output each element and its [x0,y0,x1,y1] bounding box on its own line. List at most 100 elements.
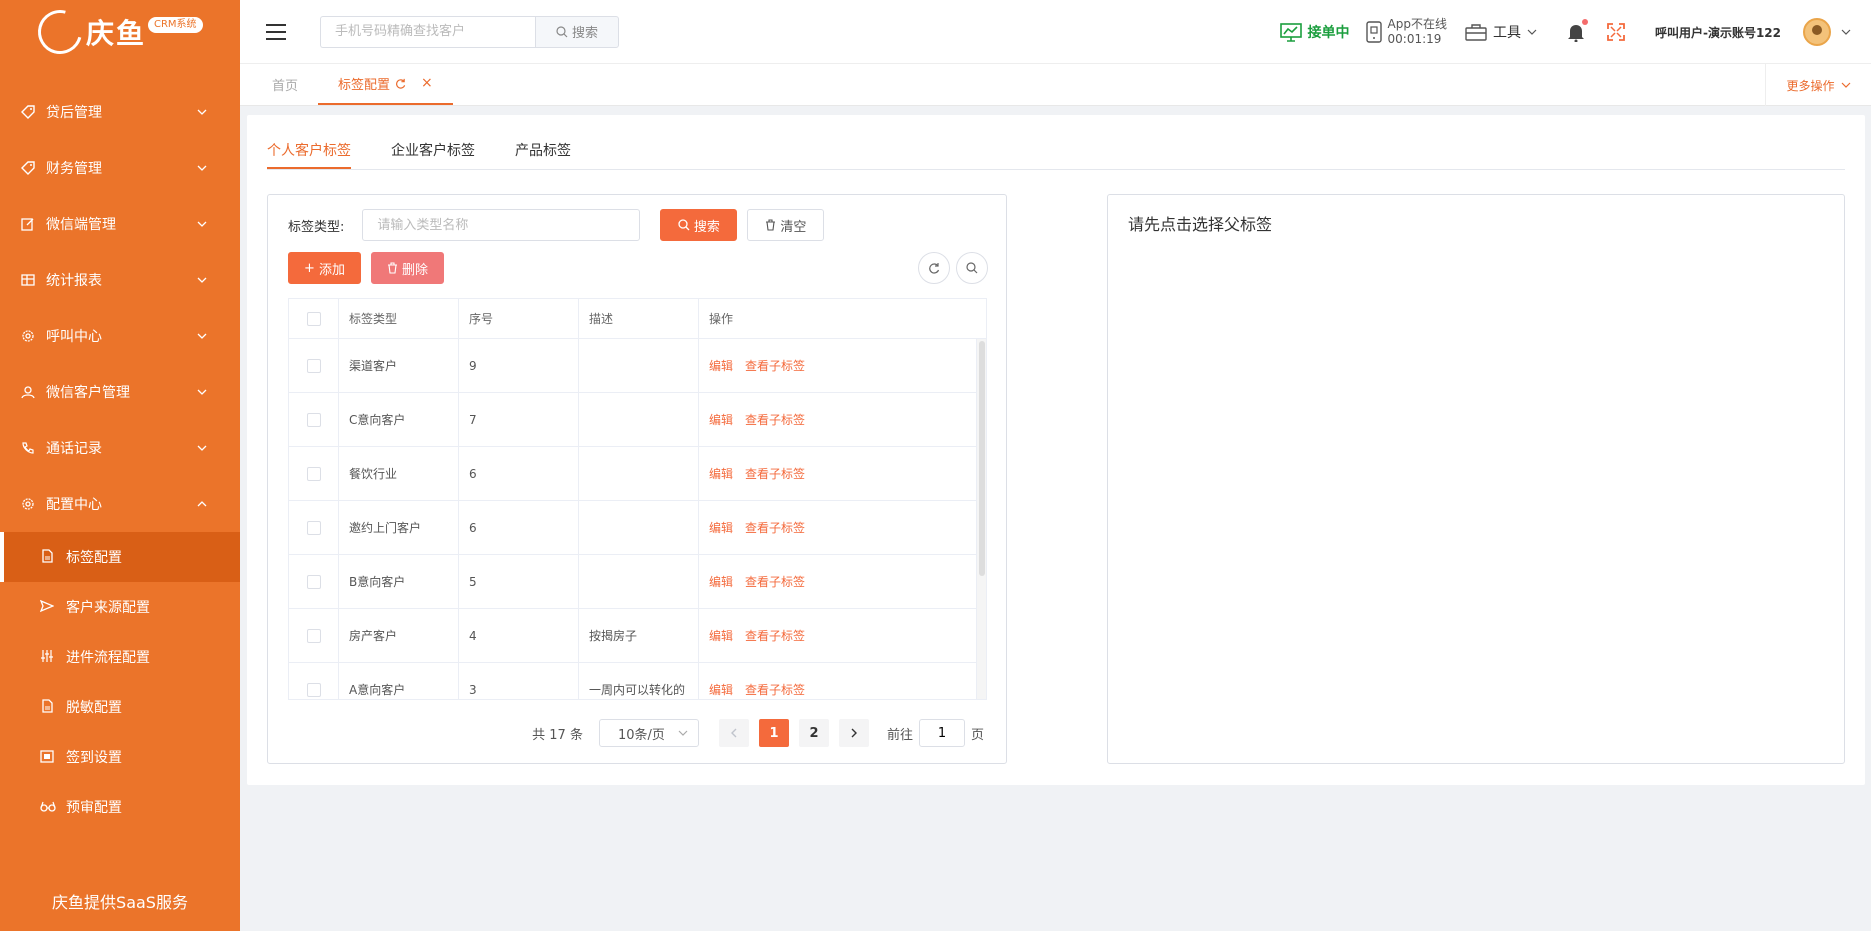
tag-list-panel: 标签类型: 搜索 清空 + 添加 删除 [267,194,1007,764]
toggle-search-button[interactable] [956,252,988,284]
tab-tag-config[interactable]: 标签配置 × [318,63,453,105]
close-tab-icon[interactable]: × [421,75,433,91]
next-page-button[interactable] [838,719,869,747]
view-children-link[interactable]: 查看子标签 [745,573,805,590]
sidebar-item-label: 签到设置 [66,750,122,766]
table-actions: + 添加 删除 [288,252,988,284]
sidebar-item-masking-config[interactable]: 脱敏配置 [0,682,240,732]
sidebar-item-config-center[interactable]: 配置中心 [0,476,240,532]
tab-home[interactable]: 首页 [252,63,318,105]
refresh-icon[interactable] [395,78,406,89]
menu-toggle-icon[interactable] [266,23,286,40]
chevron-left-icon [730,728,737,738]
notification-bell[interactable] [1567,19,1588,43]
page-tabs: 首页 标签配置 × 更多操作 [240,64,1871,106]
sidebar-item-tag-config[interactable]: 标签配置 [0,532,240,582]
sidebar-item-wechat-customers[interactable]: 微信客户管理 [0,364,240,420]
row-checkbox[interactable] [306,628,321,643]
tag-icon [20,104,36,120]
sidebar-item-reports[interactable]: 统计报表 [0,252,240,308]
edit-link[interactable]: 编辑 [709,681,733,698]
total-count: 共 17 条 [532,727,583,743]
chevron-down-icon[interactable] [1841,27,1851,37]
child-tag-panel: 请先点击选择父标签 [1107,194,1845,764]
sidebar-item-label: 客户来源配置 [66,600,150,616]
edit-link[interactable]: 编辑 [709,573,733,590]
more-actions-dropdown[interactable]: 更多操作 [1765,64,1871,106]
edit-link[interactable]: 编辑 [709,357,733,374]
tab-personal-tags[interactable]: 个人客户标签 [267,140,351,169]
sidebar-item-source-config[interactable]: 客户来源配置 [0,582,240,632]
add-button-label: 添加 [318,262,345,278]
clear-button[interactable]: 清空 [747,209,825,241]
select-all-checkbox[interactable] [306,311,321,326]
customer-search: 搜索 [320,15,619,48]
edit-link[interactable]: 编辑 [709,465,733,482]
phone-search-input[interactable] [320,15,535,48]
chevron-down-icon [1527,29,1537,35]
tag-icon [20,160,36,176]
view-children-link[interactable]: 查看子标签 [745,465,805,482]
sidebar-item-call-center[interactable]: 呼叫中心 [0,308,240,364]
tab-product-tags[interactable]: 产品标签 [515,140,571,169]
tag-category-tabs: 个人客户标签 企业客户标签 产品标签 [267,140,1845,170]
chevron-down-icon [197,165,207,171]
sidebar-item-finance[interactable]: 财务管理 [0,140,240,196]
sidebar-item-label: 通话记录 [46,441,102,457]
order-status-toggle[interactable]: 接单中 [1279,22,1350,42]
tab-enterprise-tags[interactable]: 企业客户标签 [391,140,475,169]
app-timer: 00:01:19 [1387,32,1442,46]
sidebar-item-checkin-settings[interactable]: 签到设置 [0,732,240,782]
edit-link[interactable]: 编辑 [709,627,733,644]
trash-icon [766,219,776,231]
sidebar-item-flow-config[interactable]: 进件流程配置 [0,632,240,682]
sidebar-item-label: 贷后管理 [46,105,102,121]
row-checkbox[interactable] [306,682,321,697]
sidebar-item-precheck-config[interactable]: 预审配置 [0,782,240,832]
fullscreen-icon[interactable] [1607,23,1625,41]
row-checkbox[interactable] [306,358,321,373]
sidebar-item-wechat-admin[interactable]: 微信端管理 [0,196,240,252]
page-1-button[interactable]: 1 [758,719,789,747]
logo[interactable]: 庆鱼 CRM系统 [0,0,240,64]
chevron-down-icon [197,109,207,115]
view-children-link[interactable]: 查看子标签 [745,357,805,374]
avatar[interactable] [1803,18,1831,46]
gear-icon [20,496,36,512]
header-checkbox-cell [289,299,339,338]
desc-cell [579,393,699,446]
goto-page: 前往 页 [887,719,984,747]
row-checkbox[interactable] [306,574,321,589]
page-size-select[interactable]: 10条/页 [598,719,699,747]
search-button-label: 搜索 [693,219,720,235]
tools-dropdown[interactable]: 工具 [1465,22,1537,42]
page-2-button[interactable]: 2 [798,719,829,747]
tag-type-cell: C意向客户 [339,393,459,446]
edit-link[interactable]: 编辑 [709,519,733,536]
search-button[interactable]: 搜索 [660,209,738,241]
edit-link[interactable]: 编辑 [709,411,733,428]
table-scrollbar[interactable] [976,339,986,699]
chevron-down-icon [197,221,207,227]
view-children-link[interactable]: 查看子标签 [745,627,805,644]
sidebar-item-call-records[interactable]: 通话记录 [0,420,240,476]
sidebar: 庆鱼 CRM系统 贷后管理 财务管理 微信端管理 统计报表 呼叫中心 微信客户管… [0,0,240,931]
row-checkbox[interactable] [306,520,321,535]
row-checkbox[interactable] [306,412,321,427]
row-checkbox[interactable] [306,466,321,481]
scroll-thumb[interactable] [979,341,985,576]
config-submenu: 标签配置 客户来源配置 进件流程配置 脱敏配置 签到设置 预审配置 [0,532,240,832]
add-button[interactable]: + 添加 [288,252,361,284]
prev-page-button[interactable] [718,719,749,747]
sidebar-item-loan-management[interactable]: 贷后管理 [0,84,240,140]
tag-type-cell: 房产客户 [339,609,459,662]
refresh-button[interactable] [918,252,950,284]
desc-cell [579,339,699,392]
view-children-link[interactable]: 查看子标签 [745,519,805,536]
header-search-button[interactable]: 搜索 [535,15,619,48]
delete-button[interactable]: 删除 [371,252,444,284]
tag-type-input[interactable] [362,209,641,241]
view-children-link[interactable]: 查看子标签 [745,411,805,428]
goto-page-input[interactable] [918,719,965,747]
view-children-link[interactable]: 查看子标签 [745,681,805,698]
